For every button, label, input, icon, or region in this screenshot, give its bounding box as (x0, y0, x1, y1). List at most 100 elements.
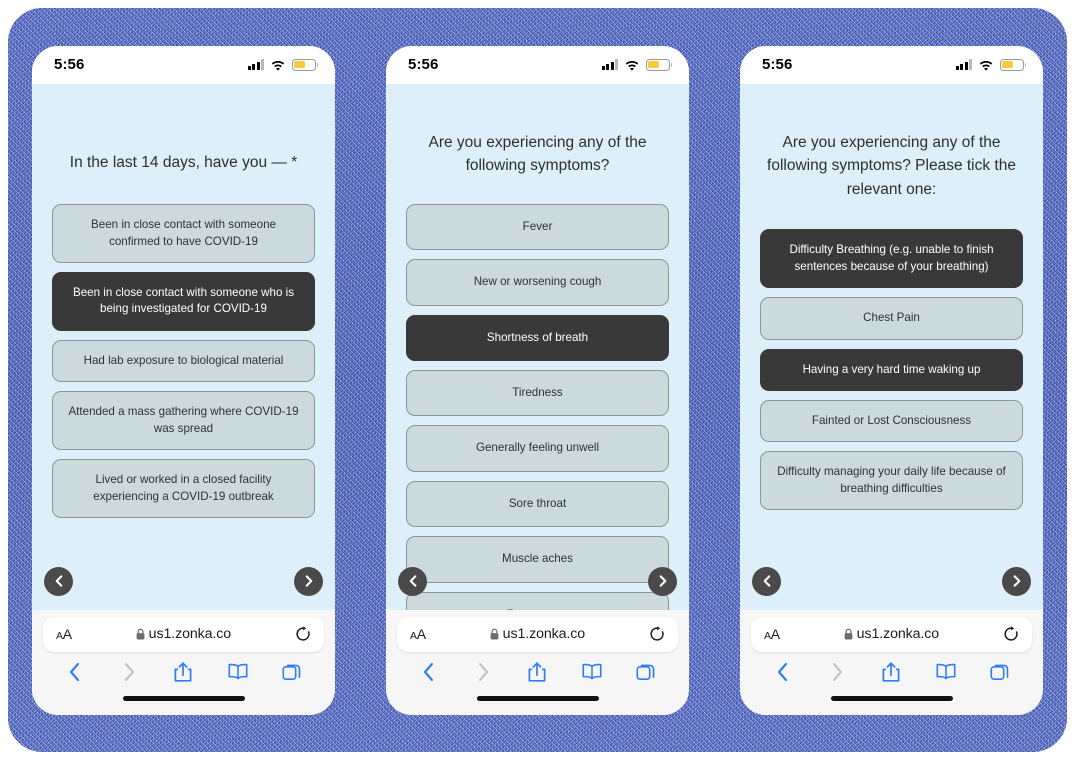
browser-forward-button (470, 659, 496, 685)
signal-bars-icon (247, 59, 264, 70)
status-bar-icons (247, 58, 319, 71)
status-bar-time: 5:56 (54, 56, 85, 73)
survey-question: Are you experiencing any of the followin… (428, 133, 647, 175)
browser-back-button[interactable] (62, 659, 88, 685)
chevron-left-icon (778, 662, 788, 681)
survey-option[interactable]: Muscle aches (406, 536, 669, 583)
status-bar: 5:56 (386, 45, 689, 84)
survey-option[interactable]: Fever (406, 203, 669, 251)
bookmarks-button[interactable] (225, 659, 251, 685)
safari-toolbar (740, 652, 1043, 692)
bookmarks-button[interactable] (579, 659, 605, 685)
survey-option[interactable]: Been in close contact with someone who i… (52, 271, 315, 331)
signal-bars-icon (601, 59, 618, 70)
survey-options-list: Fever New or worsening cough Shortness of … (406, 203, 669, 610)
survey-option[interactable]: Fainted or Lost Consciousness (760, 399, 1023, 443)
survey-option[interactable]: Sore throat (406, 480, 669, 528)
battery-icon (1000, 58, 1027, 71)
book-icon (936, 663, 956, 679)
web-page-viewport: Are you experiencing any of the followin… (386, 83, 689, 610)
web-page-viewport: In the last 14 days, have you — * Been in… (32, 83, 335, 610)
text-size-button[interactable]: AA (764, 626, 780, 642)
home-indicator[interactable] (476, 695, 599, 701)
home-indicator-area (386, 692, 689, 715)
home-indicator[interactable] (122, 695, 245, 701)
chevron-left-icon (409, 575, 416, 587)
reload-icon (296, 626, 310, 641)
reload-icon (650, 626, 664, 641)
survey-option[interactable]: Runny nose (406, 591, 669, 610)
survey-options-list: Difficulty Breathing (e.g. unable to fin… (760, 229, 1023, 511)
address-bar-url: us1.zonka.co (502, 626, 586, 642)
survey-option[interactable]: New or worsening cough (406, 259, 669, 306)
wifi-icon (271, 60, 285, 71)
survey-option[interactable]: Shortness of breath (406, 314, 669, 361)
battery-icon (646, 58, 673, 71)
chevron-left-icon (763, 575, 770, 587)
survey-next-button[interactable] (294, 566, 323, 596)
survey-question: In the last 14 days, have you — * (69, 153, 298, 171)
browser-back-button[interactable] (770, 659, 796, 685)
safari-browser-chrome: AA us1.zonka.co (386, 609, 689, 715)
survey-option[interactable]: Attended a mass gathering where COVID-19… (52, 391, 315, 451)
survey-option[interactable]: Having a very hard time waking up (760, 348, 1023, 391)
chevron-right-icon (305, 575, 312, 587)
signal-bars-icon (955, 59, 972, 70)
survey-option[interactable]: Difficulty managing your daily life beca… (760, 451, 1023, 511)
address-bar[interactable]: AA us1.zonka.co (397, 616, 678, 652)
survey-prev-button[interactable] (752, 566, 781, 596)
share-button[interactable] (878, 659, 904, 685)
share-button[interactable] (170, 659, 196, 685)
address-bar-url: us1.zonka.co (856, 626, 940, 642)
chevron-right-icon (479, 662, 489, 681)
browser-back-button[interactable] (416, 659, 442, 685)
home-indicator-area (740, 692, 1043, 715)
screen-symptoms: 5:56 Are you experiencing any of the foll… (386, 45, 689, 715)
survey-prev-button[interactable] (44, 566, 73, 596)
reload-button[interactable] (295, 626, 311, 642)
survey-option[interactable]: Difficulty Breathing (e.g. unable to fin… (760, 229, 1023, 289)
tabs-button[interactable] (633, 659, 659, 685)
browser-forward-button (824, 659, 850, 685)
book-icon (582, 663, 602, 679)
home-indicator[interactable] (830, 695, 953, 701)
survey-option[interactable]: Lived or worked in a closed facility exp… (52, 459, 315, 519)
share-button[interactable] (524, 659, 550, 685)
address-bar[interactable]: AA us1.zonka.co (43, 616, 324, 652)
reload-button[interactable] (1003, 626, 1019, 642)
survey-option[interactable]: Tiredness (406, 369, 669, 417)
share-icon (883, 661, 900, 682)
address-bar-url: us1.zonka.co (148, 626, 232, 642)
book-icon (228, 663, 248, 679)
chevron-left-icon (424, 662, 434, 681)
bookmarks-button[interactable] (933, 659, 959, 685)
tabs-button[interactable] (987, 659, 1013, 685)
status-bar-icons (601, 58, 673, 71)
tabs-icon (282, 664, 301, 680)
address-bar[interactable]: AA us1.zonka.co (751, 616, 1032, 652)
tabs-button[interactable] (279, 659, 305, 685)
lock-icon (136, 628, 145, 640)
survey-option[interactable]: Had lab exposure to biological material (52, 339, 315, 383)
survey-next-button[interactable] (1002, 566, 1031, 596)
status-bar: 5:56 (740, 45, 1043, 84)
survey-options-list: Been in close contact with someone confi… (52, 204, 315, 519)
status-bar: 5:56 (32, 45, 335, 84)
survey-option[interactable]: Generally feeling unwell (406, 425, 669, 472)
tabs-icon (990, 664, 1009, 680)
survey-prev-button[interactable] (398, 566, 427, 596)
survey-next-button[interactable] (648, 566, 677, 596)
lock-icon (844, 628, 853, 640)
survey-option[interactable]: Chest Pain (760, 297, 1023, 340)
text-size-button[interactable]: AA (410, 626, 426, 642)
reload-button[interactable] (649, 626, 665, 642)
safari-browser-chrome: AA us1.zonka.co (740, 609, 1043, 715)
tabs-icon (636, 664, 655, 680)
text-size-button[interactable]: AA (56, 626, 72, 642)
survey-option[interactable]: Been in close contact with someone confi… (52, 204, 315, 263)
wifi-icon (625, 60, 639, 71)
chevron-left-icon (70, 662, 80, 681)
safari-toolbar (32, 652, 335, 692)
battery-icon (292, 58, 319, 71)
chevron-right-icon (125, 662, 135, 681)
